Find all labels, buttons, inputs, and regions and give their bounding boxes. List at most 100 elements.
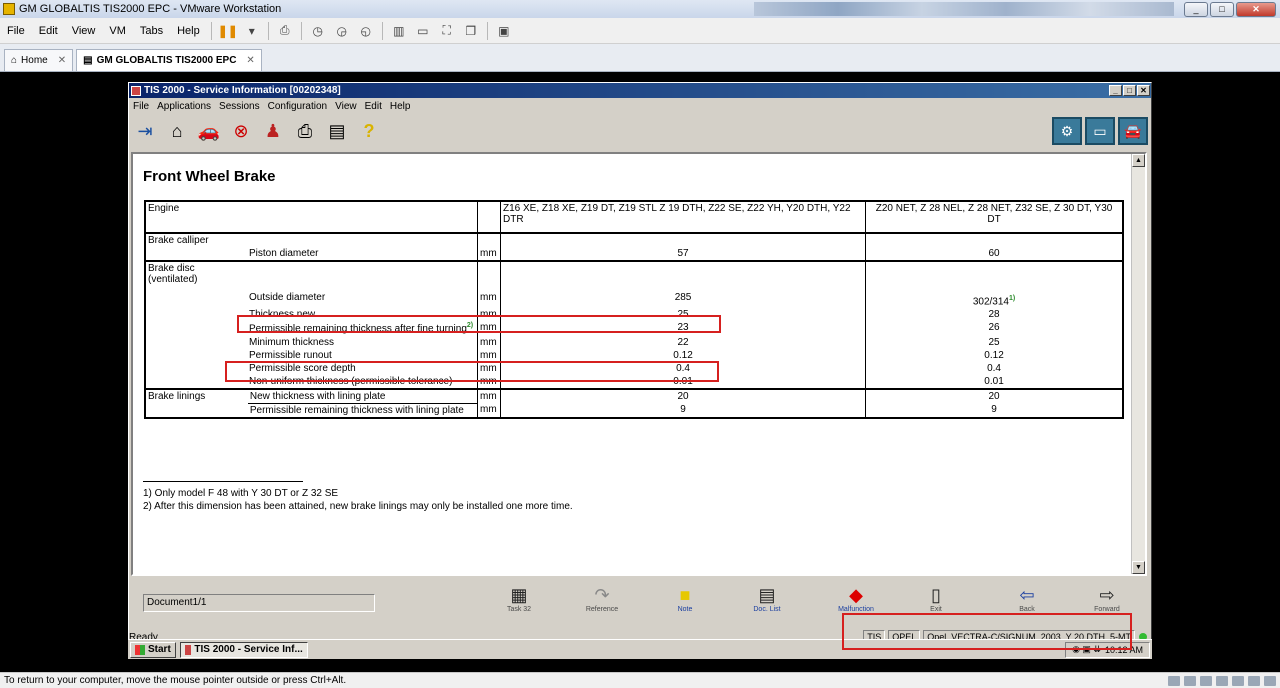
unity-icon[interactable]: ❐ [462,23,480,39]
value-col1: 22 [499,335,866,349]
tis-menu-file[interactable]: File [129,101,153,112]
vmware-tab-strip: ⌂ Home ✕ ▤ GM GLOBALTIS TIS2000 EPC ✕ [0,44,1280,72]
value-col2: 0.01 [865,374,1125,390]
tis-menu-applications[interactable]: Applications [153,101,215,112]
minimize-button[interactable]: _ [1184,1,1208,17]
taskbar-item-tis[interactable]: TIS 2000 - Service Inf... [179,641,308,658]
doc-list-button[interactable]: ▤ Doc. List [745,584,789,620]
value-col2: 28 [865,308,1125,322]
highlight-vehicle-status [842,613,1132,650]
spec-table: Engine Z16 XE, Z18 XE, Z19 DT, Z19 STL Z… [144,200,1125,419]
windows-flag-icon [135,644,145,655]
value-col1: 9 [499,403,866,419]
maximize-button[interactable]: □ [1210,1,1234,17]
dropdown-arrow-icon[interactable]: ▾ [243,23,261,39]
table-header-row: Engine Z16 XE, Z18 XE, Z19 DT, Z19 STL Z… [144,200,1125,234]
start-button[interactable]: Start [130,641,176,658]
message-icon[interactable] [1264,675,1276,686]
value-col2: 26 [865,321,1125,336]
table-row: Brake disc (ventilated) [144,261,1125,291]
reference-button[interactable]: ↷ Reference [580,584,624,620]
value-col2: 302/314 [972,296,1009,308]
value-col2: 9 [865,403,1125,419]
menu-view[interactable]: View [65,25,103,37]
tis-menu-bar: File Applications Sessions Configuration… [129,98,1151,114]
host-taskbar-strip [754,2,1174,16]
exit-door-icon[interactable]: ⇥ [131,118,159,144]
tab-close-icon[interactable]: ✕ [58,55,66,66]
group-label-disc: Brake disc [148,263,195,274]
stop-icon[interactable]: ⊗ [227,118,255,144]
fullscreen-icon[interactable]: ⛶ [438,23,456,39]
pause-icon[interactable]: ❚❚ [218,23,238,39]
table-row: Brake calliper [144,233,1125,247]
vmware-menu-bar: File Edit View VM Tabs Help ❚❚ ▾ ⎙ ◷ ◶ ◵… [0,18,1280,44]
notebook-icon[interactable]: ▤ [323,118,351,144]
vehicle-icon[interactable]: 🚗 [195,118,223,144]
tis-toolbar: ⇥ ⌂ 🚗 ⊗ ♟ ⎙ ▤ ? ⚙ ▭ 🚘 [129,114,1151,148]
vertical-scrollbar[interactable]: ▲ ▼ [1131,154,1145,574]
mechanic-icon[interactable]: ♟ [259,118,287,144]
service-info-icon[interactable]: ⚙ [1052,117,1082,145]
console-view-icon[interactable]: ▭ [414,23,432,39]
vmware-window-title: GM GLOBALTIS TIS2000 EPC - VMware Workst… [19,3,282,15]
scroll-up-icon[interactable]: ▲ [1132,154,1145,167]
tab-home[interactable]: ⌂ Home ✕ [4,49,74,71]
tis-minimize-button[interactable]: _ [1109,85,1122,96]
tis-menu-sessions[interactable]: Sessions [215,101,264,112]
document-pane: Front Wheel Brake Engine Z16 XE, Z18 XE,… [131,152,1147,576]
param-label: New thickness with lining plate [249,390,386,402]
sidebar-toggle-icon[interactable]: ▥ [390,23,408,39]
unit-label: mm [477,403,501,419]
help-icon[interactable]: ? [355,118,383,144]
unit-label: mm [477,291,501,309]
usb-device-icon[interactable] [1216,675,1228,686]
footnote-1: 1) Only model F 48 with Y 30 DT or Z 32 … [143,488,339,499]
tis-close-button[interactable]: ✕ [1137,85,1150,96]
network-device-icon[interactable] [1168,675,1180,686]
menu-vm[interactable]: VM [102,25,133,37]
note-button[interactable]: ■ Note [663,584,707,620]
vmware-app-icon [3,3,15,15]
tis-maximize-button[interactable]: □ [1123,85,1136,96]
menu-help[interactable]: Help [170,25,207,37]
menu-tabs[interactable]: Tabs [133,25,170,37]
printer-device-icon[interactable] [1200,675,1212,686]
vm-icon: ▤ [83,55,93,66]
param-label: Minimum thickness [144,335,478,349]
engine-label: Engine [144,200,478,234]
snapshot-icon[interactable]: ◷ [309,23,327,39]
value-col2: 20 [865,388,1125,404]
tis-menu-help[interactable]: Help [386,101,415,112]
sound-device-icon[interactable] [1232,675,1244,686]
scroll-down-icon[interactable]: ▼ [1132,561,1145,574]
tab-close-icon[interactable]: ✕ [246,55,254,66]
close-button[interactable]: ✕ [1236,1,1276,17]
unit-label: mm [477,388,501,404]
tis-menu-configuration[interactable]: Configuration [264,101,331,112]
print-icon[interactable]: ⎙ [291,118,319,144]
menu-file[interactable]: File [0,25,32,37]
menu-edit[interactable]: Edit [32,25,65,37]
value-col1: 57 [499,247,866,262]
guest-screen[interactable]: TIS 2000 - Service Information [00202348… [0,72,1280,672]
home-icon[interactable]: ⌂ [163,118,191,144]
task-button[interactable]: ▦ Task 32 [497,584,541,620]
library-icon[interactable]: ▣ [495,23,513,39]
note-icon: ■ [679,585,691,605]
tab-vm[interactable]: ▤ GM GLOBALTIS TIS2000 EPC ✕ [76,49,262,71]
tis-menu-view[interactable]: View [331,101,361,112]
footnote-ref: 1) [1008,295,1016,302]
revert-snapshot-icon[interactable]: ◶ [333,23,351,39]
exit-icon: ▯ [931,585,941,605]
engine-col1: Z16 XE, Z18 XE, Z19 DT, Z19 STL Z 19 DTH… [499,200,866,234]
send-ctrl-alt-del-icon[interactable]: ⎙ [276,23,294,39]
snapshot-manager-icon[interactable]: ◵ [357,23,375,39]
tis-menu-edit[interactable]: Edit [361,101,386,112]
car-icon[interactable]: 🚘 [1118,117,1148,145]
vmware-status-bar: To return to your computer, move the mou… [0,672,1280,688]
hdd-device-icon[interactable] [1184,675,1196,686]
vehicle-select-icon[interactable]: ▭ [1085,117,1115,145]
display-device-icon[interactable] [1248,675,1260,686]
footnote-divider [143,481,303,482]
